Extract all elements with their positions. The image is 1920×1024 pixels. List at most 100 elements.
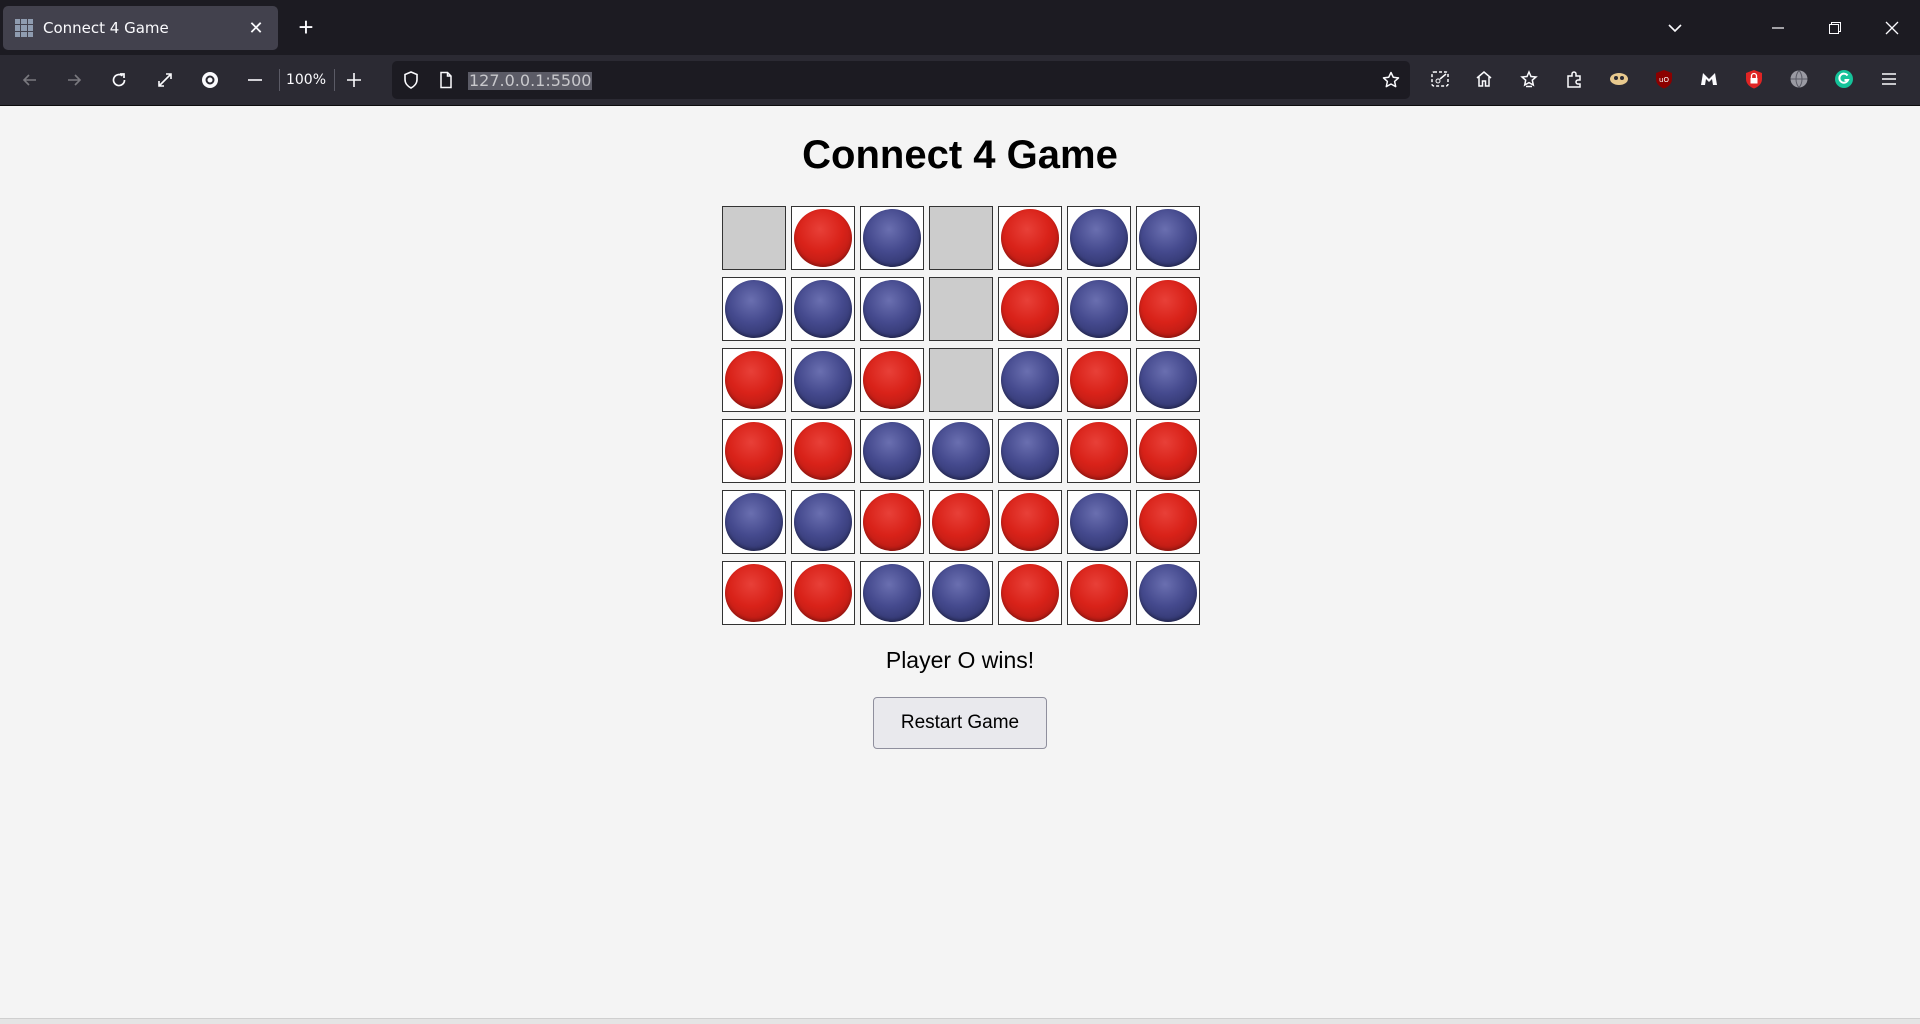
blue-disc [863,422,921,480]
board-cell[interactable] [998,419,1062,483]
forward-arrow-icon[interactable] [57,63,91,97]
minimize-icon[interactable] [1750,0,1806,55]
board-cell[interactable] [1067,206,1131,270]
board-cell[interactable] [791,419,855,483]
tab-title: Connect 4 Game [43,19,169,37]
tampermonkey-icon[interactable] [1607,67,1631,91]
zoom-separator [334,69,335,91]
red-disc [1070,351,1128,409]
blue-disc [1139,564,1197,622]
ublock-origin-icon[interactable]: uO [1652,67,1676,91]
board-cell[interactable] [929,490,993,554]
board-cell[interactable] [998,348,1062,412]
grammarly-icon[interactable] [1832,67,1856,91]
fullscreen-icon[interactable] [148,63,182,97]
board-cell[interactable] [998,277,1062,341]
board-cell[interactable] [1136,348,1200,412]
red-disc [794,564,852,622]
red-disc [725,564,783,622]
new-tab-button[interactable]: + [292,12,320,42]
board-cell[interactable] [929,348,993,412]
red-disc [1001,280,1059,338]
red-disc [725,351,783,409]
red-disc [1001,493,1059,551]
app-menu-hamburger-icon[interactable] [1877,67,1901,91]
bookmarks-star-icon[interactable] [1517,67,1541,91]
red-disc [1070,564,1128,622]
zoom-separator [279,69,280,91]
list-all-tabs-icon[interactable] [1647,0,1703,55]
board-cell[interactable] [722,277,786,341]
board-cell[interactable] [860,419,924,483]
home-icon[interactable] [1472,67,1496,91]
board-cell[interactable] [1136,206,1200,270]
page-info-icon[interactable] [429,63,463,97]
board-cell[interactable] [998,206,1062,270]
red-disc [1139,493,1197,551]
board-cell[interactable] [791,490,855,554]
globe-icon[interactable] [1787,67,1811,91]
close-window-icon[interactable] [1864,0,1920,55]
board-cell[interactable] [929,206,993,270]
tracking-protection-shield-icon[interactable] [394,63,428,97]
blue-disc [794,493,852,551]
board-cell[interactable] [998,490,1062,554]
board-cell[interactable] [791,277,855,341]
board-cell[interactable] [722,206,786,270]
restart-game-button[interactable]: Restart Game [873,697,1047,749]
board-cell[interactable] [1067,277,1131,341]
red-disc [1139,280,1197,338]
extensions-puzzle-icon[interactable] [1562,67,1586,91]
page-bottom-edge [0,1018,1920,1024]
board-cell[interactable] [722,419,786,483]
board-cell[interactable] [1067,490,1131,554]
board-cell[interactable] [722,490,786,554]
board-cell[interactable] [1136,277,1200,341]
reload-icon[interactable] [102,63,136,97]
blue-disc [1001,351,1059,409]
board-cell[interactable] [1067,561,1131,625]
zoom-level[interactable]: 100% [284,69,328,91]
board-cell[interactable] [1136,490,1200,554]
red-disc [794,422,852,480]
board-cell[interactable] [722,561,786,625]
board-cell[interactable] [860,561,924,625]
board-cell[interactable] [791,206,855,270]
blue-disc [1139,209,1197,267]
back-arrow-icon[interactable] [13,63,47,97]
board-cell[interactable] [860,490,924,554]
tab-close-icon[interactable]: ✕ [246,18,266,38]
board-cell[interactable] [929,419,993,483]
tab-connect4[interactable]: Connect 4 Game ✕ [3,6,278,50]
page-favicon-icon [15,19,33,37]
password-manager-lock-icon[interactable] [1742,67,1766,91]
blue-disc [794,280,852,338]
reader-mode-icon[interactable] [193,63,227,97]
board-cell[interactable] [1067,419,1131,483]
board-cell[interactable] [929,277,993,341]
zoom-out-icon[interactable] [238,63,272,97]
board-cell[interactable] [860,277,924,341]
bookmark-star-icon[interactable] [1374,63,1408,97]
malwarebytes-icon[interactable] [1697,67,1721,91]
board-cell[interactable] [722,348,786,412]
page-content: Connect 4 Game Player O wins! Restart Ga… [0,107,1920,1018]
red-disc [863,351,921,409]
red-disc [932,493,990,551]
board-cell[interactable] [998,561,1062,625]
board-cell[interactable] [860,206,924,270]
zoom-in-icon[interactable] [337,63,371,97]
board-cell[interactable] [929,561,993,625]
board-cell[interactable] [1136,561,1200,625]
board-cell[interactable] [791,561,855,625]
url-text[interactable]: 127.0.0.1:5500 [468,72,593,90]
blue-disc [725,280,783,338]
restore-icon[interactable] [1807,0,1863,55]
blue-disc [1139,351,1197,409]
board-cell[interactable] [1136,419,1200,483]
blue-disc [725,493,783,551]
board-cell[interactable] [791,348,855,412]
board-cell[interactable] [860,348,924,412]
screenshot-icon[interactable] [1428,67,1452,91]
board-cell[interactable] [1067,348,1131,412]
